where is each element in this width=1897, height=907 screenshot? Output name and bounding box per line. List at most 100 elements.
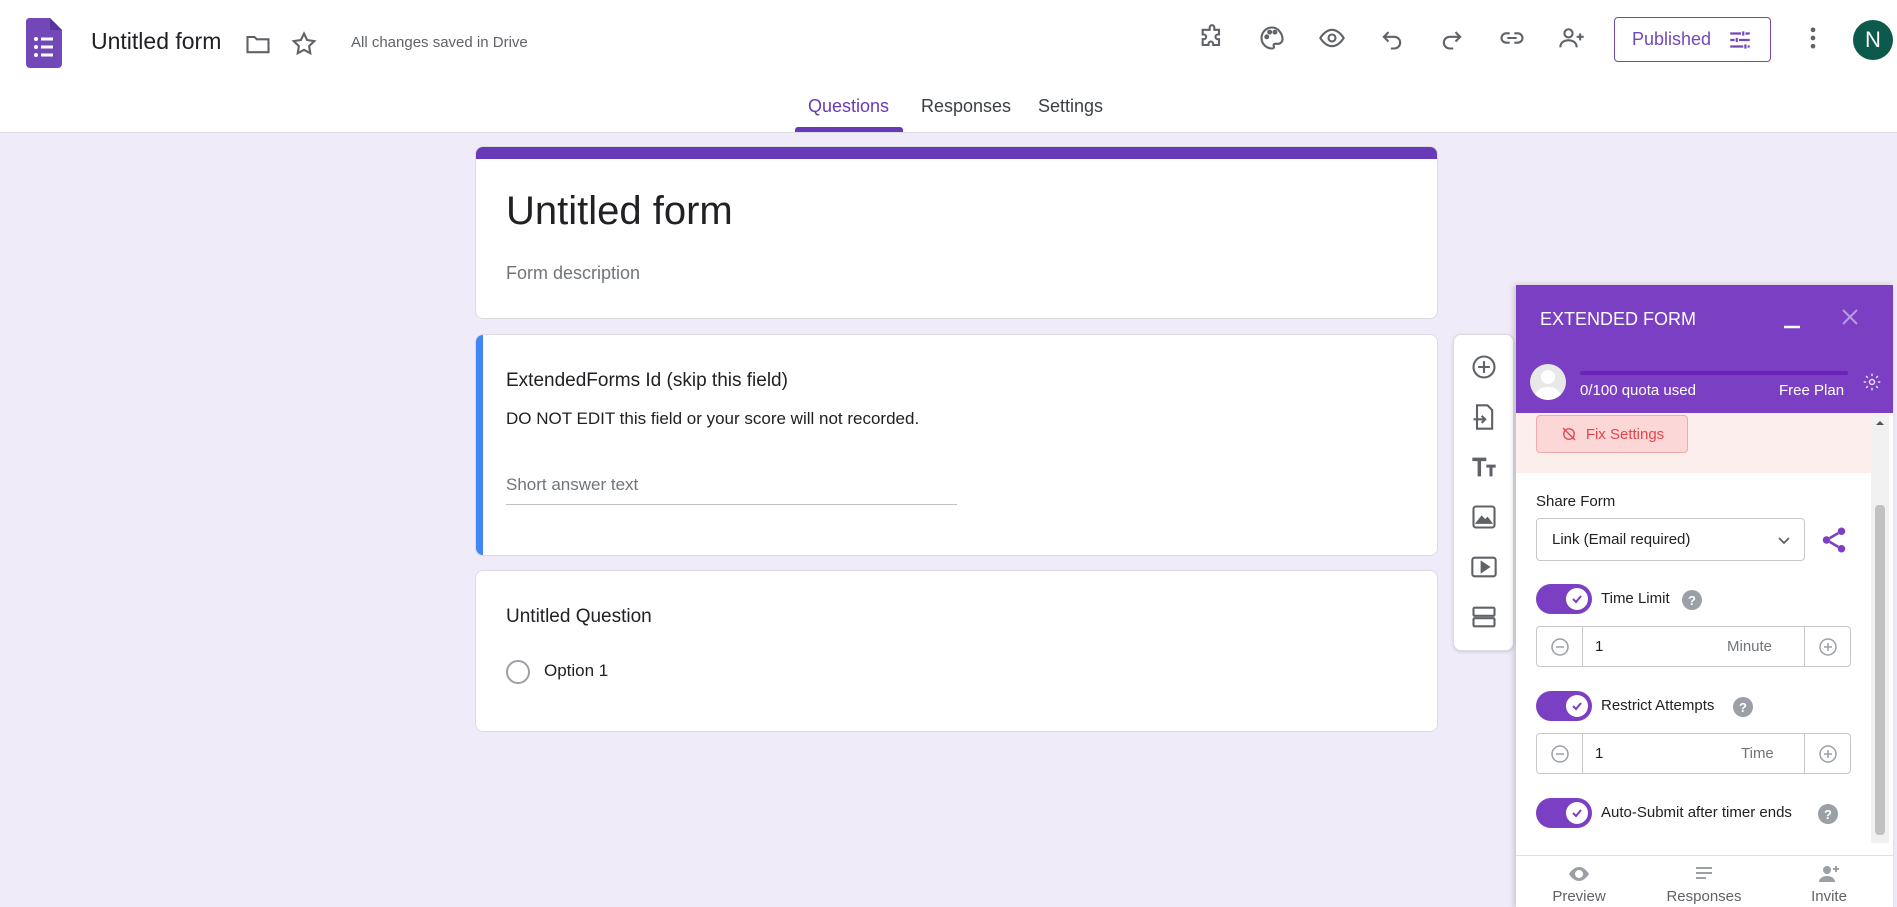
gear-icon[interactable] — [1862, 372, 1882, 392]
question-card[interactable]: ExtendedForms Id (skip this field) DO NO… — [475, 334, 1438, 556]
eye-icon — [1569, 867, 1589, 881]
increment-button[interactable] — [1804, 627, 1850, 666]
link-icon[interactable] — [1498, 24, 1526, 52]
list-icon — [1696, 867, 1712, 879]
add-collaborator-icon[interactable] — [1558, 24, 1586, 52]
minus-circle-icon — [1550, 637, 1569, 656]
add-video-icon[interactable] — [1470, 553, 1498, 581]
auto-submit-toggle[interactable] — [1536, 798, 1592, 828]
panel-title: EXTENDED FORM — [1540, 309, 1697, 329]
check-icon — [1572, 702, 1582, 711]
time-limit-toggle[interactable] — [1536, 584, 1592, 614]
question-card[interactable]: Untitled Question Option 1 — [475, 570, 1438, 732]
minus-circle-icon — [1550, 744, 1569, 763]
tab-responses[interactable]: Responses — [921, 96, 1011, 133]
time-limit-label: Time Limit — [1601, 590, 1670, 607]
top-app-bar: Untitled form All changes saved in Drive… — [0, 0, 1897, 133]
radio-button — [506, 660, 530, 684]
account-avatar[interactable]: N — [1853, 20, 1893, 60]
form-title[interactable]: Untitled form — [506, 189, 733, 234]
share-icon[interactable] — [1819, 525, 1849, 555]
share-form-label: Share Form — [1536, 493, 1616, 510]
restrict-attempts-value[interactable]: 1 — [1595, 745, 1603, 762]
fix-settings-button[interactable]: Fix Settings — [1536, 415, 1688, 453]
form-header-card[interactable]: Untitled form Form description — [475, 146, 1438, 319]
form-accent-bar — [476, 147, 1437, 159]
google-forms-logo[interactable] — [26, 18, 62, 68]
quota-progress-bar — [1580, 371, 1848, 375]
footer-responses-label: Responses — [1666, 888, 1742, 905]
time-limit-stepper: 1 Minute — [1536, 626, 1851, 667]
tab-settings[interactable]: Settings — [1038, 96, 1103, 133]
published-label: Published — [1631, 29, 1712, 49]
folder-icon[interactable] — [244, 30, 272, 58]
time-limit-value[interactable]: 1 — [1595, 638, 1603, 655]
footer-preview-button[interactable]: Preview — [1534, 862, 1624, 905]
add-image-icon[interactable] — [1470, 503, 1498, 531]
user-avatar — [1530, 364, 1566, 400]
add-section-icon[interactable] — [1470, 603, 1498, 631]
help-icon[interactable]: ? — [1682, 590, 1702, 610]
star-icon[interactable] — [290, 30, 318, 58]
footer-preview-label: Preview — [1552, 888, 1606, 905]
add-ons-icon[interactable] — [1198, 24, 1226, 52]
extended-form-panel: EXTENDED FORM 0/100 quota used Free Plan… — [1516, 285, 1893, 907]
panel-header: EXTENDED FORM 0/100 quota used Free Plan — [1516, 285, 1893, 413]
document-title[interactable]: Untitled form — [91, 28, 221, 55]
undo-icon[interactable] — [1378, 24, 1406, 52]
preview-eye-icon[interactable] — [1318, 24, 1346, 52]
import-questions-icon[interactable] — [1470, 403, 1498, 431]
restrict-attempts-unit: Time — [1741, 745, 1774, 762]
form-tabs: Questions Responses Settings — [0, 96, 1897, 133]
question-title[interactable]: Untitled Question — [506, 606, 652, 628]
share-mode-select[interactable]: Link (Email required) — [1536, 518, 1805, 561]
question-title[interactable]: ExtendedForms Id (skip this field) — [506, 370, 788, 392]
restrict-attempts-label: Restrict Attempts — [1601, 697, 1715, 714]
add-question-icon[interactable] — [1470, 353, 1498, 381]
question-toolbar — [1453, 334, 1514, 651]
toggle-knob — [1566, 695, 1588, 717]
check-icon — [1572, 595, 1582, 604]
more-vert-icon[interactable] — [1799, 24, 1827, 52]
panel-footer-nav: Preview Responses Invite — [1516, 855, 1893, 907]
toggle-knob — [1566, 588, 1588, 610]
increment-button[interactable] — [1804, 734, 1850, 773]
scroll-thumb[interactable] — [1875, 505, 1885, 835]
add-title-icon[interactable] — [1470, 453, 1498, 481]
palette-icon[interactable] — [1258, 24, 1286, 52]
auto-submit-label: Auto-Submit after timer ends — [1601, 804, 1792, 821]
time-limit-unit: Minute — [1727, 638, 1773, 655]
close-icon[interactable] — [1836, 303, 1864, 331]
published-button[interactable]: Published — [1614, 17, 1771, 62]
question-description[interactable]: DO NOT EDIT this field or your score wil… — [506, 409, 919, 429]
option-label[interactable]: Option 1 — [544, 661, 608, 681]
settings-off-icon — [1562, 427, 1576, 441]
active-question-indicator — [476, 335, 483, 555]
share-mode-value: Link (Email required) — [1552, 531, 1691, 548]
decrement-button[interactable] — [1537, 734, 1583, 773]
chevron-down-icon — [1778, 537, 1790, 545]
minimize-icon[interactable] — [1778, 307, 1806, 335]
active-tab-indicator — [795, 127, 903, 132]
decrement-button[interactable] — [1537, 627, 1583, 666]
help-icon[interactable]: ? — [1733, 697, 1753, 717]
plus-circle-icon — [1818, 744, 1837, 763]
restrict-attempts-toggle[interactable] — [1536, 691, 1592, 721]
redo-icon[interactable] — [1438, 24, 1466, 52]
panel-scrollbar[interactable] — [1871, 413, 1889, 843]
footer-responses-button[interactable]: Responses — [1659, 862, 1749, 905]
save-status: All changes saved in Drive — [351, 34, 528, 51]
form-description-field[interactable]: Form description — [506, 263, 640, 284]
fix-settings-label: Fix Settings — [1585, 425, 1665, 443]
toggle-knob — [1566, 802, 1588, 824]
short-answer-field: Short answer text — [506, 475, 957, 505]
quota-text: 0/100 quota used — [1580, 382, 1696, 399]
footer-invite-button[interactable]: Invite — [1784, 862, 1874, 905]
tune-icon — [1730, 30, 1750, 49]
check-icon — [1572, 809, 1582, 818]
plan-label: Free Plan — [1779, 382, 1845, 399]
footer-invite-label: Invite — [1811, 888, 1847, 905]
restrict-attempts-stepper: 1 Time — [1536, 733, 1851, 774]
scroll-up-arrow-icon[interactable] — [1876, 419, 1884, 427]
help-icon[interactable]: ? — [1818, 804, 1838, 824]
